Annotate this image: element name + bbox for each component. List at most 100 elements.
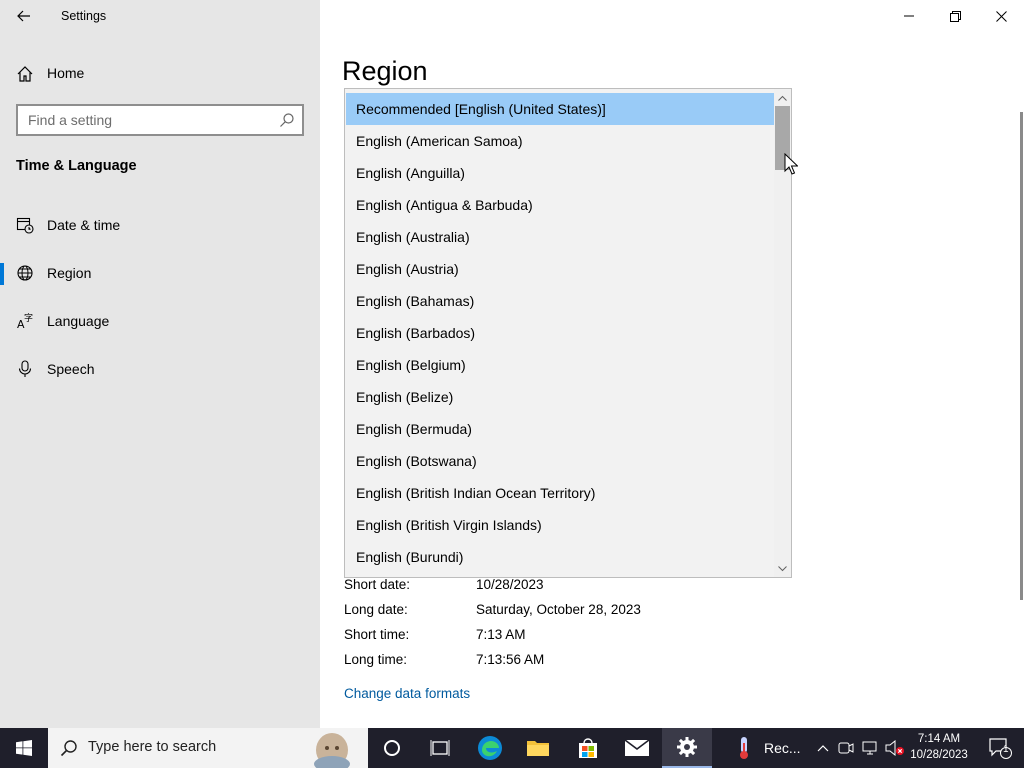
- region-option[interactable]: English (British Indian Ocean Territory): [346, 477, 774, 509]
- edge-button[interactable]: [466, 728, 514, 768]
- show-hidden-icons-button[interactable]: [812, 728, 834, 768]
- mail-button[interactable]: [612, 728, 662, 768]
- chevron-down-icon: [778, 565, 787, 571]
- cortana-icon: [384, 740, 400, 756]
- notification-count: 1: [1003, 744, 1009, 755]
- sidebar-item-speech[interactable]: Speech: [0, 349, 320, 389]
- meet-now-icon: [838, 742, 854, 754]
- region-option[interactable]: English (Bermuda): [346, 413, 774, 445]
- task-view-icon: [430, 740, 450, 756]
- region-option[interactable]: English (Anguilla): [346, 157, 774, 189]
- start-icon: [16, 740, 32, 756]
- region-option[interactable]: English (Belgium): [346, 349, 774, 381]
- app-title: Settings: [61, 9, 107, 23]
- minimize-button[interactable]: [886, 0, 932, 32]
- scroll-down-button[interactable]: [774, 560, 791, 577]
- region-option[interactable]: English (Antigua & Barbuda): [346, 189, 774, 221]
- task-view-button[interactable]: [416, 728, 464, 768]
- microphone-icon: [18, 360, 32, 377]
- taskbar-search-input[interactable]: Type here to search: [48, 728, 368, 768]
- format-label: Long date:: [344, 602, 408, 617]
- calendar-clock-icon: [16, 217, 34, 234]
- store-icon: [579, 738, 597, 758]
- clock-time: 7:14 AM: [917, 733, 961, 745]
- chevron-up-icon: [817, 745, 829, 752]
- region-dropdown-list[interactable]: Recommended [English (United States)] Eng…: [344, 88, 792, 578]
- sidebar-item-language[interactable]: A字 Language: [0, 301, 320, 341]
- search-highlight-illustration-icon: [314, 733, 350, 768]
- search-icon: [60, 740, 77, 757]
- home-icon: [17, 66, 33, 82]
- mail-icon: [624, 739, 650, 756]
- taskbar: Type here to search Rec... 7:14 AM 10/28…: [0, 728, 1024, 768]
- region-option[interactable]: English (Botswana): [346, 445, 774, 477]
- sidebar-item-region[interactable]: Region: [0, 253, 320, 293]
- meet-now-button[interactable]: [836, 728, 856, 768]
- file-explorer-icon: [527, 741, 549, 756]
- selected-indicator: [0, 263, 4, 285]
- sidebar-item-label: Language: [47, 313, 110, 329]
- page-title: Region: [342, 56, 428, 86]
- close-button[interactable]: [978, 0, 1024, 32]
- taskbar-search-placeholder: Type here to search: [88, 739, 217, 755]
- back-arrow-icon: [17, 10, 30, 22]
- home-label: Home: [47, 65, 85, 81]
- network-icon: [862, 741, 877, 755]
- sidebar-item-label: Region: [47, 265, 92, 281]
- scroll-up-button[interactable]: [774, 89, 791, 106]
- format-value: 10/28/2023: [476, 577, 544, 592]
- network-button[interactable]: [860, 728, 882, 768]
- sidebar: Settings Home Find a setting Time & Lang…: [0, 0, 320, 728]
- minimize-icon: [904, 15, 914, 17]
- region-option[interactable]: English (British Virgin Islands): [346, 509, 774, 541]
- settings-taskbar-button[interactable]: [662, 728, 712, 768]
- page-scrollbar[interactable]: [1020, 112, 1023, 600]
- sidebar-item-date-time[interactable]: Date & time: [0, 205, 320, 245]
- volume-button[interactable]: [884, 728, 906, 768]
- format-label: Long time:: [344, 652, 408, 667]
- home-nav-item[interactable]: Home: [0, 58, 320, 88]
- taskbar-clock[interactable]: 7:14 AM 10/28/2023: [908, 731, 970, 763]
- format-value: 7:13:56 AM: [476, 652, 545, 667]
- change-data-formats-link[interactable]: Change data formats: [344, 686, 470, 701]
- store-button[interactable]: [564, 728, 612, 768]
- back-button[interactable]: [12, 5, 36, 27]
- settings-icon: [677, 737, 697, 757]
- region-option[interactable]: English (Belize): [346, 381, 774, 413]
- close-icon: [995, 10, 1007, 22]
- format-value: 7:13 AM: [476, 627, 526, 642]
- maximize-button[interactable]: [932, 0, 978, 32]
- edge-icon: [478, 736, 502, 760]
- search-icon: [280, 113, 294, 127]
- section-title: Time & Language: [16, 158, 137, 174]
- format-label: Short date:: [344, 577, 411, 592]
- running-app-label: Rec...: [764, 740, 801, 756]
- mouse-cursor-icon: [784, 153, 798, 175]
- region-option[interactable]: English (Australia): [346, 221, 774, 253]
- cortana-button[interactable]: [368, 728, 416, 768]
- sidebar-item-label: Speech: [47, 361, 95, 377]
- clock-date: 10/28/2023: [910, 749, 968, 761]
- search-placeholder: Find a setting: [28, 112, 113, 128]
- region-option[interactable]: English (Austria): [346, 253, 774, 285]
- restore-icon: [949, 10, 961, 22]
- action-center-button[interactable]: 1: [976, 728, 1024, 768]
- format-label: Short time:: [344, 627, 410, 642]
- region-option[interactable]: English (Bahamas): [346, 285, 774, 317]
- thermometer-app-icon: [740, 737, 748, 759]
- find-setting-input[interactable]: Find a setting: [16, 104, 304, 136]
- region-option[interactable]: Recommended [English (United States)]: [346, 93, 774, 125]
- sidebar-item-label: Date & time: [47, 217, 121, 233]
- recorder-app-button[interactable]: Rec...: [722, 728, 810, 768]
- file-explorer-button[interactable]: [514, 728, 562, 768]
- region-option[interactable]: English (Burundi): [346, 541, 774, 573]
- volume-muted-icon: [885, 740, 904, 756]
- start-button[interactable]: [0, 728, 48, 768]
- language-icon: A字: [17, 312, 33, 330]
- format-value: Saturday, October 28, 2023: [476, 602, 641, 617]
- globe-icon: [17, 265, 33, 281]
- chevron-up-icon: [778, 95, 787, 101]
- region-option[interactable]: English (American Samoa): [346, 125, 774, 157]
- region-option[interactable]: English (Barbados): [346, 317, 774, 349]
- svg-text:字: 字: [24, 312, 33, 324]
